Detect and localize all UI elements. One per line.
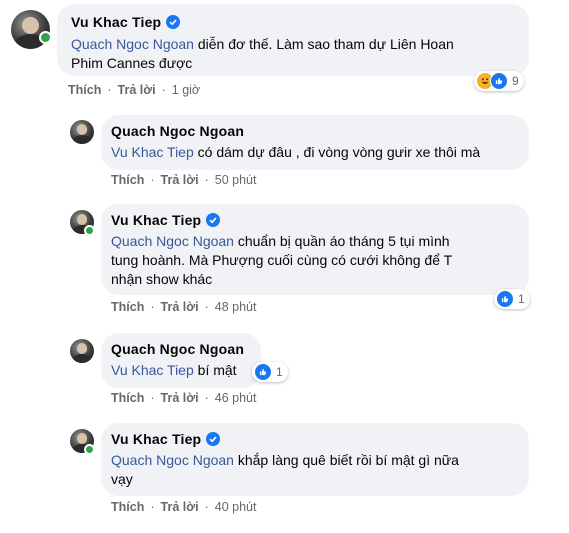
reply-button[interactable]: Trả lời [161,173,199,187]
online-status-icon [84,225,95,236]
comment-text: tung hoành. Mà Phượng cuối cùng có cưới … [111,252,453,268]
comment-bubble: Vu Khac Tiep Quach Ngoc Ngoan khắp làng … [101,423,529,496]
reaction-count: 9 [512,74,519,88]
comment-text: Phim Cannes được [71,55,193,71]
comment-timestamp[interactable]: 1 giờ [172,83,200,97]
comment-text: diễn đơ thế. Làm sao tham dự Liên Hoan [197,36,454,52]
reaction-summary[interactable]: 9 [474,71,524,91]
comment-actions: Thích · Trả lời · 46 phút [111,391,256,405]
separator: · [204,391,209,405]
separator: · [161,83,166,97]
reaction-count: 1 [518,292,525,306]
mention-link[interactable]: Quach Ngoc Ngoan [71,36,194,52]
reply-button[interactable]: Trả lời [161,300,199,314]
comment-author[interactable]: Vu Khac Tiep [71,14,161,30]
comment-timestamp[interactable]: 50 phút [215,173,257,187]
separator: · [107,83,112,97]
comment-timestamp[interactable]: 40 phút [215,500,257,514]
verified-badge-icon [206,432,221,446]
like-button[interactable]: Thích [111,173,144,187]
like-reaction-icon [496,290,514,308]
like-button[interactable]: Thích [68,83,101,97]
separator: · [204,300,209,314]
comment-author[interactable]: Vu Khac Tiep [111,431,201,447]
online-status-icon [84,444,95,455]
reaction-summary[interactable]: 1 [494,289,530,309]
separator: · [150,500,155,514]
comment-bubble: Vu Khac Tiep Quach Ngoc Ngoan chuẩn bị q… [101,204,529,295]
comment-text: có dám dự đâu , đi vòng vòng gưir xe thô… [197,144,481,160]
like-button[interactable]: Thích [111,391,144,405]
reply-button[interactable]: Trả lời [161,500,199,514]
separator: · [204,173,209,187]
separator: · [150,391,155,405]
verified-badge-icon [206,213,221,227]
reaction-count: 1 [276,365,283,379]
like-reaction-icon [254,363,272,381]
separator: · [204,500,209,514]
separator: · [150,173,155,187]
like-reaction-icon [490,72,508,90]
comment-author[interactable]: Quach Ngoc Ngoan [111,123,244,139]
comment-text: vạy [111,471,133,487]
verified-badge-icon [166,15,181,29]
separator: · [150,300,155,314]
avatar[interactable] [70,120,94,144]
reply-button[interactable]: Trả lời [118,83,156,97]
comment-bubble: Vu Khac Tiep Quach Ngoc Ngoan diễn đơ th… [57,4,529,76]
comment-author[interactable]: Vu Khac Tiep [111,212,201,228]
reply-button[interactable]: Trả lời [161,391,199,405]
comment-timestamp[interactable]: 48 phút [215,300,257,314]
comment-author[interactable]: Quach Ngoc Ngoan [111,341,244,357]
comment-actions: Thích · Trả lời · 1 giờ [68,83,200,97]
comment-actions: Thích · Trả lời · 40 phút [111,500,256,514]
online-status-icon [39,31,52,44]
comment-actions: Thích · Trả lời · 48 phút [111,300,256,314]
comment-text: bí mật [197,362,237,378]
comment-bubble: Quach Ngoc Ngoan Vu Khac Tiep bí mật [101,333,261,388]
comment-actions: Thích · Trả lời · 50 phút [111,173,256,187]
mention-link[interactable]: Vu Khac Tiep [111,144,194,160]
mention-link[interactable]: Quach Ngoc Ngoan [111,233,234,249]
like-button[interactable]: Thích [111,500,144,514]
comment-text: khắp làng quê biết rồi bí mật gì nữa [237,452,459,468]
comment-bubble: Quach Ngoc Ngoan Vu Khac Tiep có dám dự … [101,115,529,170]
comment-text: chuẩn bị quần áo tháng 5 tụi mình [237,233,450,249]
like-button[interactable]: Thích [111,300,144,314]
comment-timestamp[interactable]: 46 phút [215,391,257,405]
mention-link[interactable]: Vu Khac Tiep [111,362,194,378]
reaction-summary[interactable]: 1 [252,362,288,382]
avatar[interactable] [70,339,94,363]
mention-link[interactable]: Quach Ngoc Ngoan [111,452,234,468]
comment-text: nhận show khác [111,271,213,287]
